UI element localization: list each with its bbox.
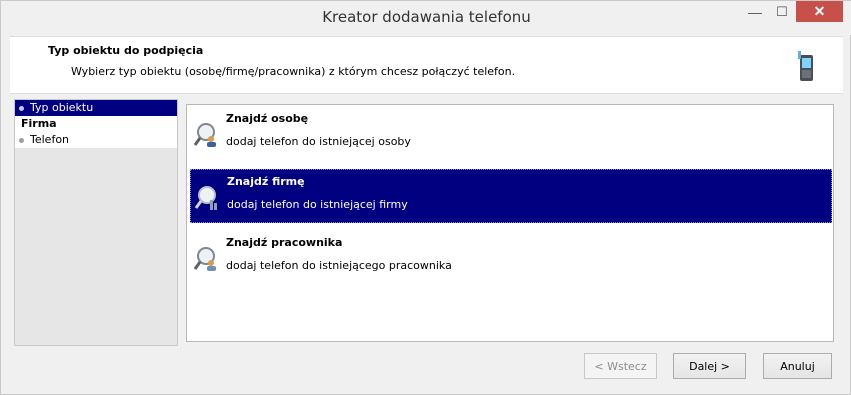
object-type-list[interactable]: Znajdź osobę dodaj telefon do istniejące… bbox=[186, 104, 834, 342]
cancel-button[interactable]: Anuluj bbox=[763, 353, 832, 379]
option-find-company[interactable]: Znajdź firmę dodaj telefon do istniejące… bbox=[190, 169, 832, 223]
step-item-phone: Telefon bbox=[15, 132, 177, 148]
option-description: dodaj telefon do istniejącego pracownika bbox=[226, 259, 452, 272]
option-find-employee[interactable]: Znajdź pracownika dodaj telefon do istni… bbox=[190, 231, 832, 285]
phone-icon bbox=[798, 51, 813, 81]
find-person-icon bbox=[193, 123, 216, 147]
option-find-person[interactable]: Znajdź osobę dodaj telefon do istniejące… bbox=[190, 107, 832, 161]
wizard-steps: Typ obiektu Firma Telefon bbox=[14, 99, 178, 346]
step-label: Telefon bbox=[30, 133, 70, 146]
option-title: Znajdź firmę bbox=[227, 175, 305, 188]
wizard-window: Kreator dodawania telefonu — ☐ ✕ Typ obi… bbox=[0, 0, 851, 395]
title-bar[interactable]: Kreator dodawania telefonu — ☐ ✕ bbox=[1, 1, 851, 35]
page-subtitle: Wybierz typ obiektu (osobę/firmę/pracown… bbox=[71, 65, 516, 78]
find-employee-icon bbox=[193, 247, 216, 271]
bullet-icon bbox=[19, 106, 24, 111]
maximize-button[interactable]: ☐ bbox=[769, 1, 795, 22]
option-title: Znajdź pracownika bbox=[226, 236, 343, 249]
bullet-icon bbox=[19, 138, 24, 143]
option-description: dodaj telefon do istniejącej firmy bbox=[227, 198, 408, 211]
next-button[interactable]: Dalej > bbox=[673, 353, 746, 379]
back-button[interactable]: < Wstecz bbox=[584, 353, 657, 379]
option-description: dodaj telefon do istniejącej osoby bbox=[226, 135, 411, 148]
minimize-button[interactable]: — bbox=[742, 1, 768, 22]
step-label: Typ obiektu bbox=[30, 101, 94, 114]
page-title: Typ obiektu do podpięcia bbox=[48, 44, 204, 57]
find-company-icon bbox=[194, 186, 217, 210]
step-item-company: Firma bbox=[15, 116, 177, 132]
option-title: Znajdź osobę bbox=[226, 112, 309, 125]
step-label: Firma bbox=[21, 117, 57, 130]
step-item-object-type: Typ obiektu bbox=[15, 100, 177, 116]
wizard-header: Typ obiektu do podpięcia Wybierz typ obi… bbox=[10, 36, 843, 94]
close-button[interactable]: ✕ bbox=[796, 1, 843, 22]
window-title: Kreator dodawania telefonu bbox=[322, 8, 531, 26]
